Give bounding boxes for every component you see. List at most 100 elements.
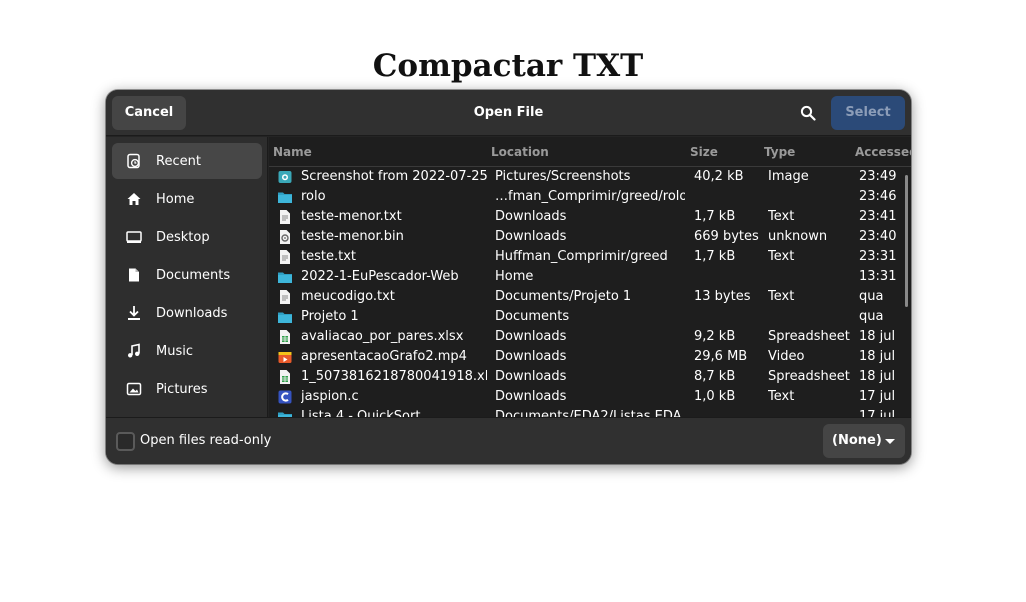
file-accessed: 23:46	[859, 189, 897, 204]
column-location[interactable]: Location	[491, 137, 549, 167]
sidebar-item-label: Documents	[156, 267, 231, 283]
sidebar-item-downloads[interactable]: Downloads	[112, 295, 262, 331]
file-list[interactable]: Name Location Size Type Accessed Screens…	[269, 137, 911, 417]
file-type: Text	[768, 389, 795, 404]
file-location: Downloads	[495, 369, 567, 384]
table-row[interactable]: Screenshot from 2022-07-25 … Pictures/Scr…	[269, 167, 911, 187]
file-location: Downloads	[495, 389, 567, 404]
file-type: Image	[768, 169, 809, 184]
table-row[interactable]: 2022-1-EuPescador-Web Home 13:31	[269, 267, 911, 287]
file-accessed: 23:49	[859, 169, 897, 184]
sidebar-item-label: Recent	[156, 153, 201, 169]
readonly-checkbox[interactable]	[116, 432, 135, 451]
file-size: 1,7 kB	[694, 249, 736, 264]
table-row[interactable]: jaspion.c Downloads 1,0 kB Text 17 jul	[269, 387, 911, 407]
search-button[interactable]	[794, 96, 822, 130]
file-type: Spreadsheet	[768, 369, 850, 384]
file-name: avaliacao_por_pares.xlsx	[301, 329, 464, 344]
file-name: Lista 4 - QuickSort	[301, 409, 421, 417]
sidebar-item-home[interactable]: Home	[112, 181, 262, 217]
file-name: jaspion.c	[301, 389, 359, 404]
text-file-icon	[277, 289, 293, 305]
column-type[interactable]: Type	[764, 137, 795, 167]
file-name: meucodigo.txt	[301, 289, 395, 304]
table-row[interactable]: teste-menor.bin Downloads 669 bytes unknown…	[269, 227, 911, 247]
table-row[interactable]: avaliacao_por_pares.xlsx Downloads 9,2 kB S…	[269, 327, 911, 347]
file-location: Documents/Projeto 1	[495, 289, 632, 304]
table-row[interactable]: 1_5073816218780041918.xlsx Downloads 8,7 k…	[269, 367, 911, 387]
sidebar-item-documents[interactable]: Documents	[112, 257, 262, 293]
c-source-file-icon	[277, 389, 293, 405]
file-size: 8,7 kB	[694, 369, 736, 384]
folder-icon	[277, 409, 293, 417]
file-location: Pictures/Screenshots	[495, 169, 631, 184]
sidebar-item-pictures[interactable]: Pictures	[112, 371, 262, 407]
file-name: teste-menor.bin	[301, 229, 404, 244]
file-type: Video	[768, 349, 805, 364]
table-row[interactable]: teste-menor.txt Downloads 1,7 kB Text 23:41	[269, 207, 911, 227]
music-icon	[125, 342, 143, 360]
file-type: unknown	[768, 229, 828, 244]
file-accessed: 23:41	[859, 209, 897, 224]
text-file-icon	[277, 209, 293, 225]
sidebar-item-desktop[interactable]: Desktop	[112, 219, 262, 255]
readonly-label: Open files read-only	[140, 433, 272, 448]
open-file-dialog: Open File Cancel Select Recent Home Desk…	[106, 90, 911, 464]
table-row[interactable]: rolo …fman_Comprimir/greed/rolo 23:46	[269, 187, 911, 207]
table-row[interactable]: Lista 4 - QuickSort Documents/EDA2/Listas…	[269, 407, 911, 417]
file-size: 9,2 kB	[694, 329, 736, 344]
video-file-icon	[277, 349, 293, 365]
file-type: Text	[768, 249, 795, 264]
sidebar-item-music[interactable]: Music	[112, 333, 262, 369]
spreadsheet-file-icon	[277, 329, 293, 345]
dialog-title: Open File	[473, 105, 544, 120]
file-location: Huffman_Comprimir/greed	[495, 249, 668, 264]
sidebar-item-recent[interactable]: Recent	[112, 143, 262, 179]
file-location: Downloads	[495, 209, 567, 224]
file-location: Documents	[495, 309, 570, 324]
file-name: teste-menor.txt	[301, 209, 402, 224]
file-accessed: 17 jul	[859, 409, 896, 417]
file-accessed: 17 jul	[859, 389, 896, 404]
file-name: apresentacaoGrafo2.mp4	[301, 349, 467, 364]
column-name[interactable]: Name	[273, 137, 312, 167]
file-accessed: qua	[859, 309, 884, 324]
column-accessed[interactable]: Accessed	[855, 137, 911, 167]
sidebar-item-label: Home	[156, 191, 195, 207]
file-name: 1_5073816218780041918.xlsx	[301, 369, 487, 384]
scrollbar[interactable]	[905, 175, 908, 307]
dialog-footer: Open files read-only (None)	[106, 417, 911, 464]
text-file-icon	[277, 249, 293, 265]
folder-icon	[277, 269, 293, 285]
folder-icon	[277, 309, 293, 325]
dialog-headerbar: Open File Cancel Select	[106, 90, 911, 136]
table-row[interactable]: meucodigo.txt Documents/Projeto 1 13 bytes…	[269, 287, 911, 307]
table-row[interactable]: teste.txt Huffman_Comprimir/greed 1,7 kB Te…	[269, 247, 911, 267]
file-accessed: 18 jul	[859, 369, 896, 384]
file-location: Home	[495, 269, 534, 284]
column-header: Name Location Size Type Accessed	[269, 137, 911, 167]
download-icon	[125, 304, 143, 322]
table-row[interactable]: Projeto 1 Documents qua	[269, 307, 911, 327]
file-name: teste.txt	[301, 249, 356, 264]
file-location: Downloads	[495, 349, 567, 364]
select-button[interactable]: Select	[831, 96, 905, 130]
file-name: rolo	[301, 189, 326, 204]
filter-value: (None)	[832, 433, 882, 448]
sidebar-item-label: Downloads	[156, 305, 228, 321]
file-location: Documents/EDA2/Listas EDA	[495, 409, 682, 417]
pictures-icon	[125, 380, 143, 398]
file-size: 669 bytes	[694, 229, 759, 244]
folder-icon	[277, 189, 293, 205]
clock-icon	[125, 152, 143, 170]
column-size[interactable]: Size	[690, 137, 718, 167]
file-size: 29,6 MB	[694, 349, 748, 364]
search-icon	[800, 105, 816, 121]
sidebar-item-label: Desktop	[156, 229, 210, 245]
file-accessed: 23:40	[859, 229, 897, 244]
table-row[interactable]: apresentacaoGrafo2.mp4 Downloads 29,6 MB Vi…	[269, 347, 911, 367]
file-filter-dropdown[interactable]: (None)	[823, 424, 905, 458]
file-name: Projeto 1	[301, 309, 359, 324]
cancel-button[interactable]: Cancel	[112, 96, 186, 130]
page-title: Compactar TXT	[372, 48, 644, 84]
